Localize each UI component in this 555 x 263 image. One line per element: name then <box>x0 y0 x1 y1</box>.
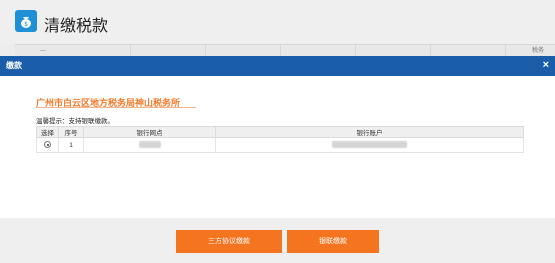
background-strip-text: 税务 <box>531 48 544 54</box>
column-header-index: 序号 <box>58 126 84 138</box>
modal-title: 缴款 <box>6 61 22 70</box>
page-header: $ 清缴税款 <box>0 0 555 44</box>
hint-text: 温馨提示：支持银联缴款。 <box>36 118 114 125</box>
row-select-cell[interactable] <box>36 137 59 153</box>
table-header-row: 选择 序号 银行网点 银行账户 <box>36 126 524 138</box>
column-header-bank-account: 银行账户 <box>215 126 524 138</box>
tripartite-payment-button[interactable]: 三方协议缴款 <box>176 230 282 253</box>
redacted-bank-account <box>332 141 407 149</box>
bank-account-table: 选择 序号 银行网点 银行账户 1 <box>36 126 524 153</box>
background-table-header: 一 税务 <box>15 44 555 57</box>
payment-modal: 缴款 × 广州市白云区地方税务局神山税务所 温馨提示：支持银联缴款。 选择 序号… <box>0 56 555 263</box>
modal-footer: 三方协议缴款 银联缴款 <box>0 218 555 263</box>
money-bag-icon: $ <box>15 10 37 32</box>
row-index: 1 <box>58 137 84 153</box>
unionpay-payment-button[interactable]: 银联缴款 <box>287 230 379 253</box>
column-header-bank-branch: 银行网点 <box>83 126 216 138</box>
bank-branch-cell <box>83 137 216 153</box>
radio-checked-icon[interactable] <box>44 141 51 149</box>
background-strip-text: 一 <box>40 49 47 55</box>
svg-text:$: $ <box>24 21 28 28</box>
bank-account-cell <box>215 137 524 153</box>
modal-header: 缴款 × <box>0 56 555 76</box>
close-icon[interactable]: × <box>543 58 549 72</box>
page-title: 清缴税款 <box>44 16 109 35</box>
redacted-bank-branch <box>138 141 161 149</box>
table-row[interactable]: 1 <box>36 137 524 153</box>
divider <box>36 107 196 108</box>
column-header-select: 选择 <box>36 126 59 138</box>
